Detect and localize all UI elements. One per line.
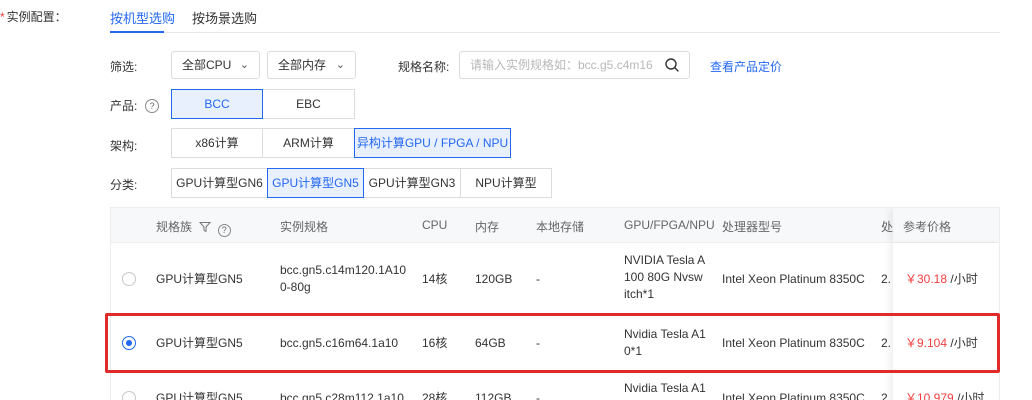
- cell-price-col: ￥10.979 /小时: [893, 371, 999, 400]
- header-price: 参考价格: [903, 220, 952, 234]
- cell-cpu: 28核: [422, 391, 448, 400]
- cell-family: GPU计算型GN5: [156, 391, 243, 400]
- cell-memory: 64GB: [475, 336, 506, 350]
- cell-truncated: 2.: [881, 272, 892, 286]
- cell-price: ￥10.979 /小时: [905, 390, 984, 400]
- header-cpu: CPU: [422, 218, 448, 232]
- price-unit: /小时: [957, 391, 985, 400]
- cpu-select-value: 全部CPU: [182, 58, 232, 72]
- product-option-ebc[interactable]: EBC: [262, 89, 355, 119]
- cell-local-storage: -: [536, 272, 540, 286]
- cell-processor: Intel Xeon Platinum 8350C: [722, 272, 865, 286]
- category-option-gn6[interactable]: GPU计算型GN6: [171, 168, 268, 198]
- table-row[interactable]: GPU计算型GN5 bcc.gn5.c28m112.1a10 28核 112GB…: [111, 370, 999, 400]
- cell-memory: 120GB: [475, 272, 513, 286]
- header-memory: 内存: [475, 220, 500, 234]
- instance-config-label: * 实例配置：: [0, 8, 67, 25]
- memory-select-value: 全部内存: [278, 58, 327, 72]
- cell-accel-line: 100 80G Nvsw: [624, 270, 703, 284]
- chevron-down-icon: ⌄: [335, 59, 345, 71]
- search-icon[interactable]: [664, 57, 680, 73]
- cell-local-storage: -: [536, 336, 540, 350]
- view-pricing-link[interactable]: 查看产品定价: [710, 58, 782, 75]
- table-header: 规格族 ? 实例规格 CPU 内存 本地存储 GPU/FPGA/NPU 处理器型…: [111, 208, 999, 242]
- category-option-npu[interactable]: NPU计算型: [460, 168, 552, 198]
- header-processor: 处理器型号: [722, 220, 783, 234]
- filter-icon[interactable]: [199, 221, 212, 233]
- instance-config-text: 实例配置：: [6, 10, 67, 24]
- cell-accel-line: Nvidia Tesla A1: [624, 327, 706, 341]
- table-row[interactable]: GPU计算型GN5 bcc.gn5.c16m64.1a10 16核 64GB -…: [111, 314, 999, 371]
- cell-accel-line: itch*1: [624, 287, 655, 301]
- cell-spec: bcc.gn5.c14m120.1A10 0-80g: [280, 262, 406, 296]
- filter-label: 筛选:: [110, 60, 138, 74]
- active-tab-indicator: [110, 31, 164, 33]
- price-value: ￥9.104: [905, 336, 948, 350]
- cell-accel-line: 0*1: [624, 344, 643, 358]
- cell-local-storage: -: [536, 391, 540, 400]
- price-value: ￥30.18: [905, 272, 948, 286]
- header-family: 规格族 ?: [156, 218, 231, 237]
- category-label: 分类:: [110, 178, 138, 192]
- arch-option-x86[interactable]: x86计算: [171, 128, 263, 158]
- arch-label: 架构:: [110, 139, 138, 153]
- help-icon[interactable]: ?: [145, 99, 159, 113]
- help-icon[interactable]: ?: [217, 224, 231, 237]
- header-truncated: 处: [881, 220, 894, 234]
- row-radio[interactable]: [122, 336, 136, 350]
- category-option-gn3[interactable]: GPU计算型GN3: [363, 168, 461, 198]
- price-unit: /小时: [950, 272, 978, 286]
- cpu-select[interactable]: 全部CPU ⌄: [171, 51, 260, 79]
- cell-price-col: ￥30.18 /小时: [893, 243, 999, 315]
- cell-spec-line: bcc.gn5.c14m120.1A10: [280, 263, 407, 277]
- cell-price: ￥9.104 /小时: [905, 335, 978, 352]
- price-value: ￥10.979: [905, 391, 954, 400]
- tab-by-scenario[interactable]: 按场景选购: [192, 8, 257, 27]
- cell-price-col: ￥9.104 /小时: [893, 315, 999, 371]
- row-radio[interactable]: [122, 272, 136, 286]
- header-family-text: 规格族: [156, 220, 193, 234]
- cell-accelerator: NVIDIA Tesla A 100 80G Nvsw itch*1: [624, 252, 705, 303]
- cell-family: GPU计算型GN5: [156, 336, 243, 350]
- row-radio[interactable]: [122, 391, 136, 400]
- spec-search-input[interactable]: [459, 51, 690, 79]
- table-row[interactable]: GPU计算型GN5 bcc.gn5.c14m120.1A10 0-80g 14核 …: [111, 242, 999, 315]
- instance-spec-table: 规格族 ? 实例规格 CPU 内存 本地存储 GPU/FPGA/NPU 处理器型…: [110, 207, 1000, 400]
- cell-spec: bcc.gn5.c16m64.1a10: [280, 336, 399, 350]
- header-accelerator: GPU/FPGA/NPU: [624, 218, 715, 232]
- cell-spec-line: 0-80g: [280, 280, 311, 294]
- product-option-bcc[interactable]: BCC: [171, 89, 263, 119]
- header-local-storage: 本地存储: [536, 220, 585, 234]
- spec-name-label: 规格名称:: [398, 60, 450, 74]
- cell-accel-line: NVIDIA Tesla A: [624, 253, 706, 267]
- cell-accelerator: Nvidia Tesla A1: [624, 381, 706, 395]
- cell-accelerator: Nvidia Tesla A1 0*1: [624, 326, 706, 360]
- tab-by-instance-type[interactable]: 按机型选购: [110, 8, 175, 27]
- chevron-down-icon: ⌄: [239, 59, 249, 71]
- cell-cpu: 14核: [422, 272, 448, 286]
- cell-processor: Intel Xeon Platinum 8350C: [722, 336, 865, 350]
- cell-processor: Intel Xeon Platinum 8350C: [722, 391, 865, 400]
- cell-family: GPU计算型GN5: [156, 272, 243, 286]
- required-mark: *: [0, 10, 5, 24]
- product-label: 产品:: [110, 99, 138, 113]
- category-option-gn5[interactable]: GPU计算型GN5: [267, 168, 364, 198]
- header-spec: 实例规格: [280, 220, 329, 234]
- memory-select[interactable]: 全部内存 ⌄: [267, 51, 356, 79]
- cell-truncated: 2.: [881, 336, 892, 350]
- arch-option-heterogeneous[interactable]: 异构计算GPU / FPGA / NPU: [354, 128, 511, 158]
- cell-memory: 112GB: [475, 391, 512, 400]
- cell-truncated: 2.: [881, 391, 892, 400]
- cell-price: ￥30.18 /小时: [905, 271, 978, 288]
- cell-spec: bcc.gn5.c28m112.1a10: [280, 391, 404, 400]
- arch-option-arm[interactable]: ARM计算: [262, 128, 355, 158]
- header-price-col: 参考价格: [893, 208, 999, 242]
- price-unit: /小时: [950, 336, 978, 350]
- cell-cpu: 16核: [422, 336, 448, 350]
